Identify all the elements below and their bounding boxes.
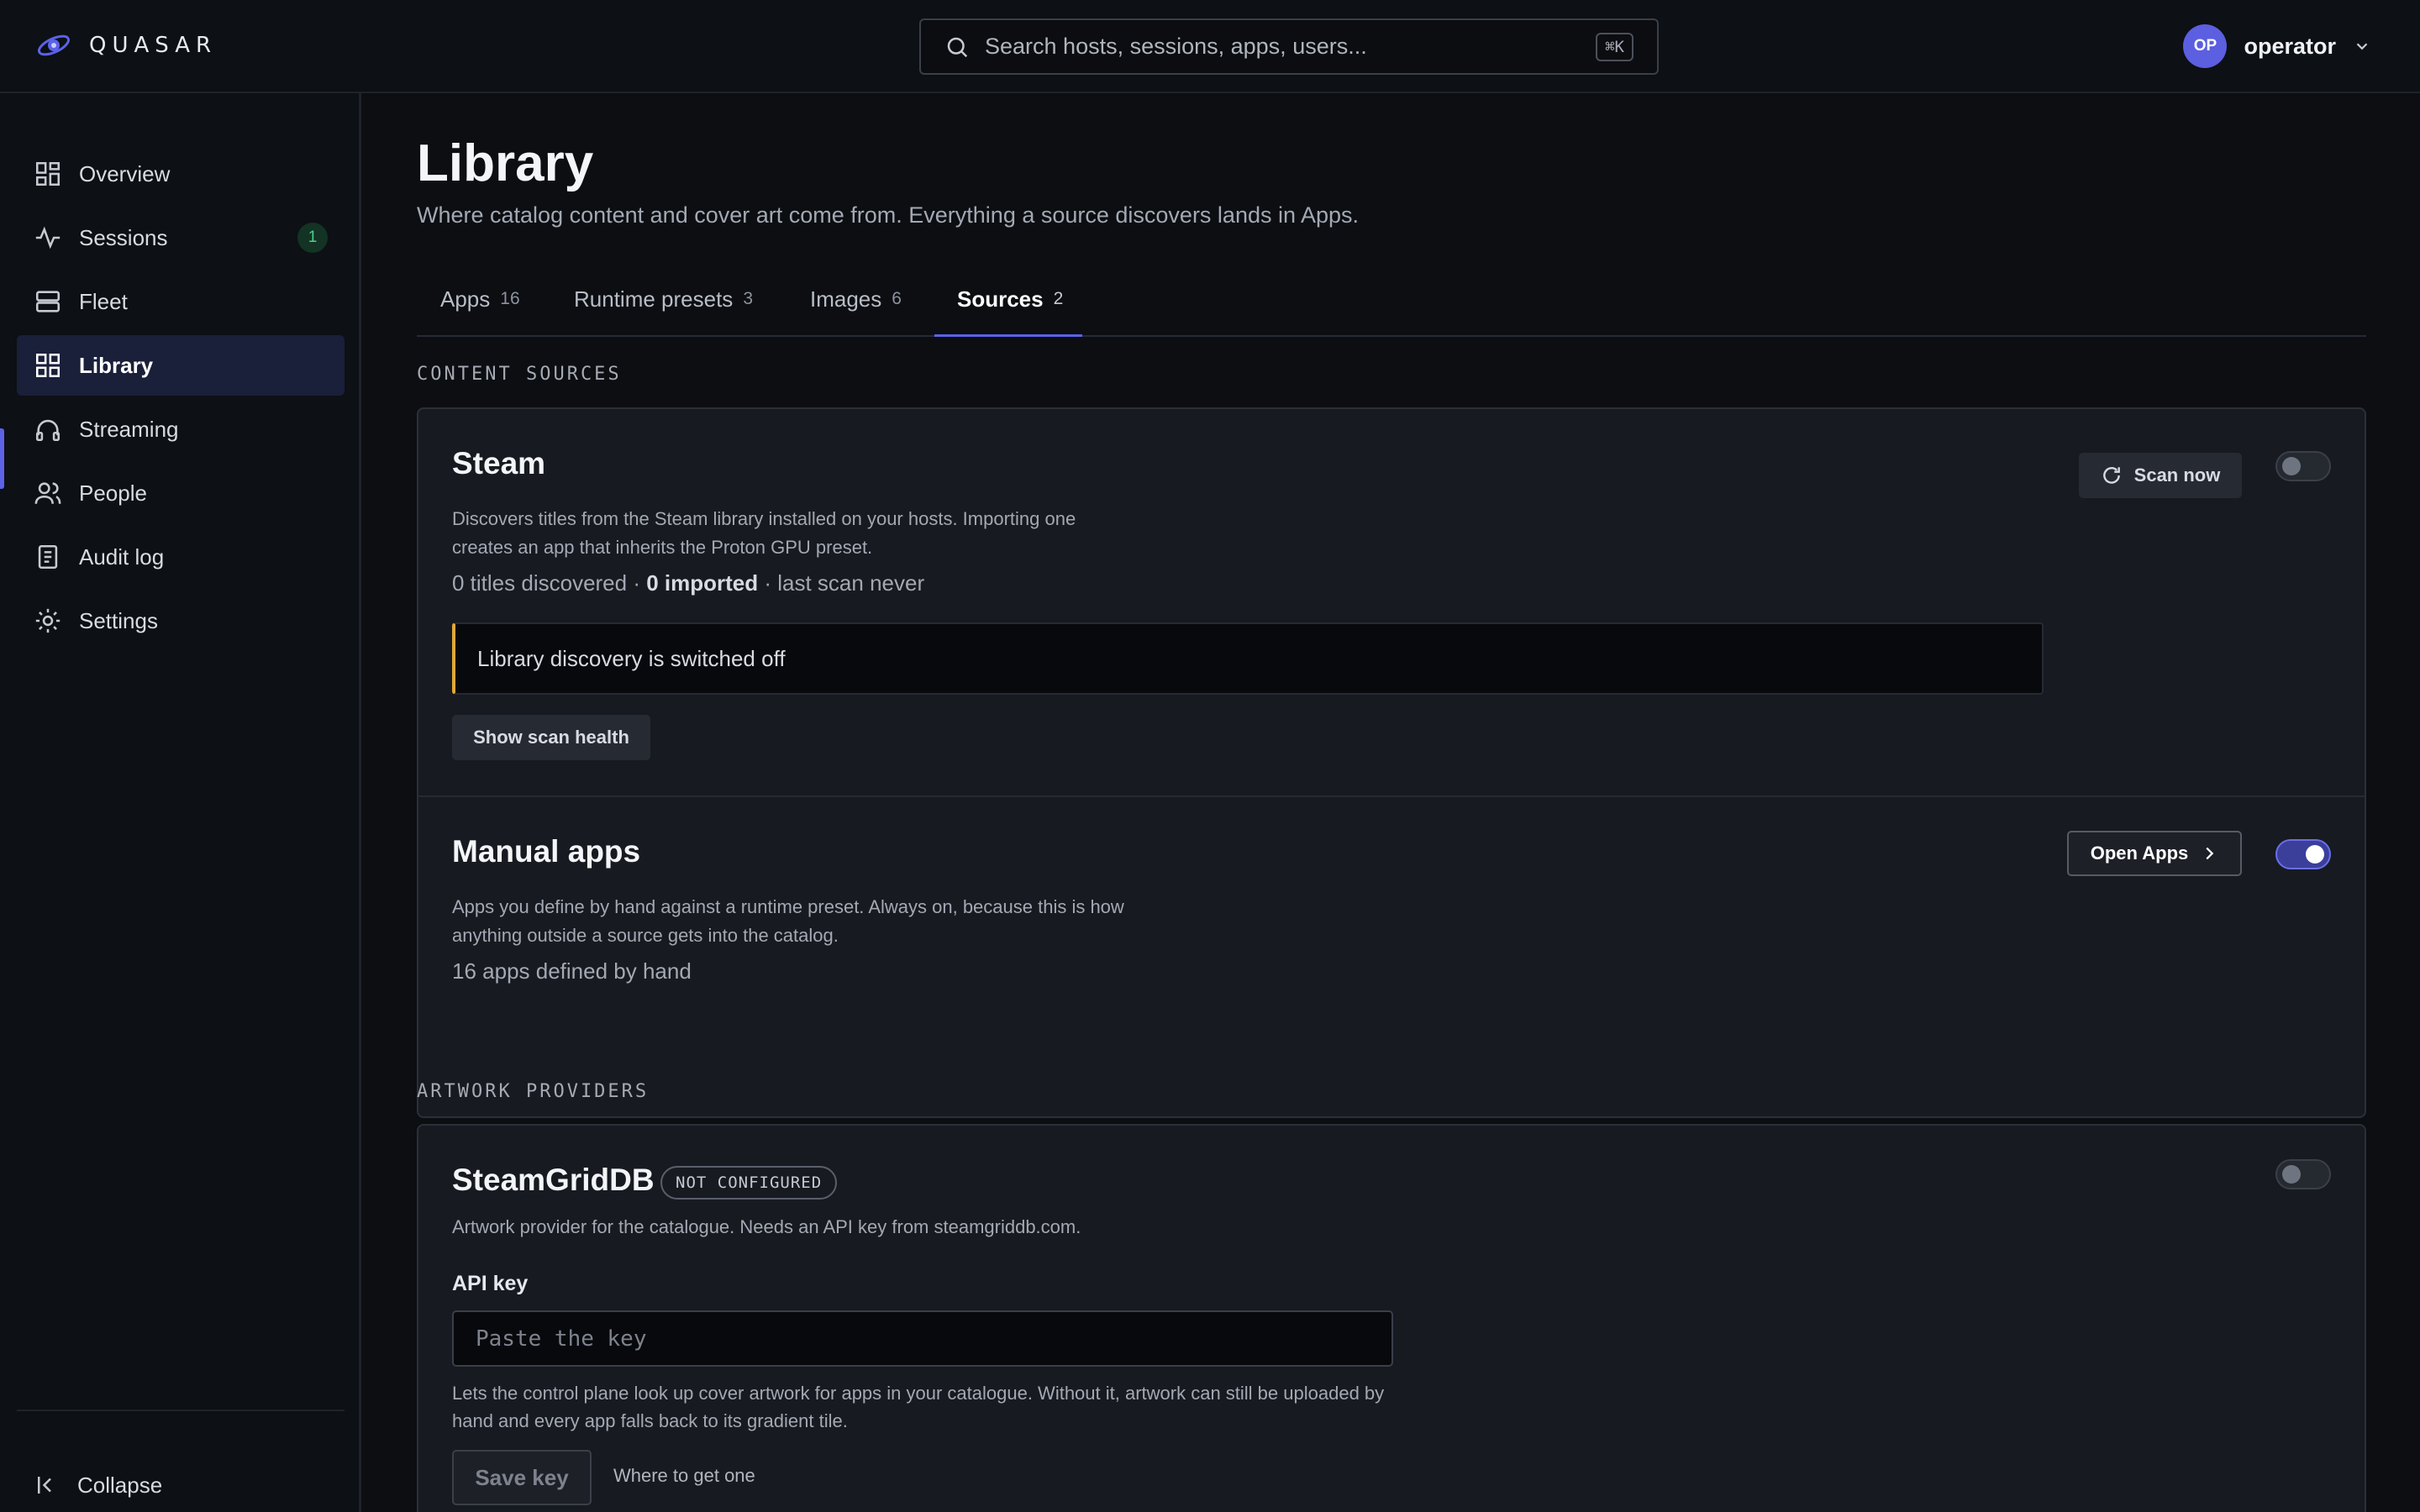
- not-configured-badge: NOT CONFIGURED: [660, 1166, 838, 1200]
- sidebar-item-fleet[interactable]: Fleet: [17, 271, 345, 332]
- steam-stats-last-scan: · last scan never: [758, 570, 925, 596]
- tab-count: 16: [500, 289, 520, 308]
- headphones-icon: [35, 419, 60, 442]
- discovery-off-notice: Library discovery is switched off: [452, 622, 2044, 695]
- sidebar-divider: [17, 1410, 345, 1411]
- scan-now-button[interactable]: Scan now: [2079, 453, 2242, 498]
- global-search[interactable]: ⌘K: [919, 18, 1659, 75]
- activity-icon: [35, 226, 60, 249]
- open-apps-button[interactable]: Open Apps: [2067, 831, 2242, 876]
- scan-now-label: Scan now: [2133, 465, 2221, 486]
- sidebar-item-library[interactable]: Library: [17, 335, 345, 396]
- manual-apps-stats: 16 apps defined by hand: [452, 958, 692, 984]
- tab-count: 3: [743, 289, 753, 308]
- collapse-icon: [38, 1477, 51, 1494]
- tab-label: Sources: [957, 286, 1044, 312]
- manual-apps-title: Manual apps: [452, 834, 641, 869]
- steamgriddb-description: Artwork provider for the catalogue. Need…: [452, 1216, 1081, 1237]
- toggle-knob: [2282, 457, 2301, 475]
- username: operator: [2244, 33, 2336, 59]
- search-icon: [947, 37, 968, 57]
- user-menu[interactable]: OP operator: [2183, 24, 2371, 68]
- apps-grid-icon: [35, 353, 60, 378]
- gear-icon: [35, 608, 60, 633]
- api-key-input[interactable]: [452, 1310, 1393, 1367]
- page-title: Library: [417, 134, 594, 192]
- sidebar-item-settings[interactable]: Settings: [17, 591, 345, 651]
- server-icon: [35, 291, 60, 312]
- steam-source-stats: 0 titles discovered · 0 imported · last …: [452, 570, 924, 596]
- sidebar-item-label: People: [79, 480, 147, 506]
- tab-count: 6: [892, 289, 902, 308]
- section-heading-artwork-providers: ARTWORK PROVIDERS: [417, 1081, 650, 1102]
- steam-enabled-toggle[interactable]: [2275, 451, 2331, 481]
- sidebar-item-label: Library: [79, 352, 154, 378]
- active-indicator: [0, 428, 4, 489]
- search-shortcut-hint: ⌘K: [1596, 32, 1634, 61]
- section-heading-content-sources: CONTENT SOURCES: [417, 364, 622, 385]
- tab-runtime-presets[interactable]: Runtime presets 3: [574, 261, 753, 337]
- tab-sources[interactable]: Sources 2: [957, 261, 1063, 337]
- chevron-down-icon: [2356, 43, 2368, 50]
- sidebar-item-people[interactable]: People: [17, 463, 345, 523]
- api-key-help: Lets the control plane look up cover art…: [452, 1383, 1385, 1431]
- avatar: OP: [2183, 24, 2228, 68]
- document-icon: [38, 544, 58, 570]
- artwork-providers-card: SteamGridDB NOT CONFIGURED Artwork provi…: [417, 1124, 2366, 1512]
- tab-label: Apps: [440, 286, 491, 312]
- sidebar: Overview Sessions 1 Fleet Library Stream…: [0, 93, 361, 1512]
- sidebar-item-label: Sessions: [79, 224, 168, 250]
- open-apps-label: Open Apps: [2090, 843, 2189, 864]
- sidebar-item-label: Streaming: [79, 416, 179, 442]
- api-key-label: API key: [452, 1272, 529, 1295]
- sidebar-item-label: Overview: [79, 160, 171, 186]
- grid-icon: [35, 161, 60, 186]
- active-tab-underline: [934, 334, 1082, 337]
- sidebar-item-streaming[interactable]: Streaming: [17, 399, 345, 459]
- refresh-icon: [2102, 467, 2120, 484]
- sidebar-item-label: Fleet: [79, 288, 128, 314]
- steam-stats-imported: 0 imported: [646, 570, 759, 596]
- page-subtitle: Where catalog content and cover art come…: [417, 202, 1360, 228]
- library-tabs: Apps 16 Runtime presets 3 Images 6 Sourc…: [417, 261, 2366, 337]
- content-sources-card: Steam Scan now Discovers titles from the…: [417, 407, 2366, 1118]
- top-bar: QUASAR ⌘K OP operator: [0, 0, 2420, 93]
- steam-stats-discovered: 0 titles discovered ·: [452, 570, 647, 596]
- sidebar-item-label: Audit log: [79, 543, 165, 570]
- quasar-logo-icon: [37, 34, 71, 56]
- card-divider: [418, 795, 2365, 797]
- show-scan-health-button[interactable]: Show scan health: [452, 715, 650, 760]
- save-key-button[interactable]: Save key: [452, 1450, 592, 1505]
- tab-label: Images: [810, 286, 882, 312]
- toggle-knob: [2306, 845, 2324, 864]
- sidebar-item-label: Settings: [79, 607, 158, 633]
- steam-source-title: Steam: [452, 446, 546, 480]
- collapse-label: Collapse: [77, 1472, 163, 1498]
- manual-apps-description: Apps you define by hand against a runtim…: [452, 896, 1124, 946]
- tab-images[interactable]: Images 6: [810, 261, 902, 337]
- notice-text: Library discovery is switched off: [477, 645, 786, 671]
- where-to-get-key-link[interactable]: Where to get one: [613, 1465, 755, 1487]
- manual-apps-enabled-toggle[interactable]: [2275, 839, 2331, 869]
- toggle-knob: [2282, 1165, 2301, 1184]
- sidebar-item-overview[interactable]: Overview: [17, 144, 345, 204]
- tab-apps[interactable]: Apps 16: [440, 261, 520, 337]
- steam-source-description: Discovers titles from the Steam library …: [452, 508, 1076, 558]
- tab-count: 2: [1053, 289, 1064, 308]
- tab-label: Runtime presets: [574, 286, 734, 312]
- brand-name: QUASAR: [89, 33, 218, 58]
- sessions-count-badge: 1: [297, 223, 328, 253]
- sidebar-item-sessions[interactable]: Sessions 1: [17, 207, 345, 268]
- sidebar-item-audit-log[interactable]: Audit log: [17, 527, 345, 587]
- users-icon: [34, 482, 61, 504]
- chevron-right-icon: [2206, 847, 2214, 860]
- search-input[interactable]: [985, 34, 1597, 60]
- steamgriddb-enabled-toggle[interactable]: [2275, 1159, 2331, 1189]
- steamgriddb-title: SteamGridDB: [452, 1163, 655, 1197]
- collapse-sidebar-button[interactable]: Collapse: [17, 1460, 162, 1510]
- brand[interactable]: QUASAR: [35, 30, 217, 60]
